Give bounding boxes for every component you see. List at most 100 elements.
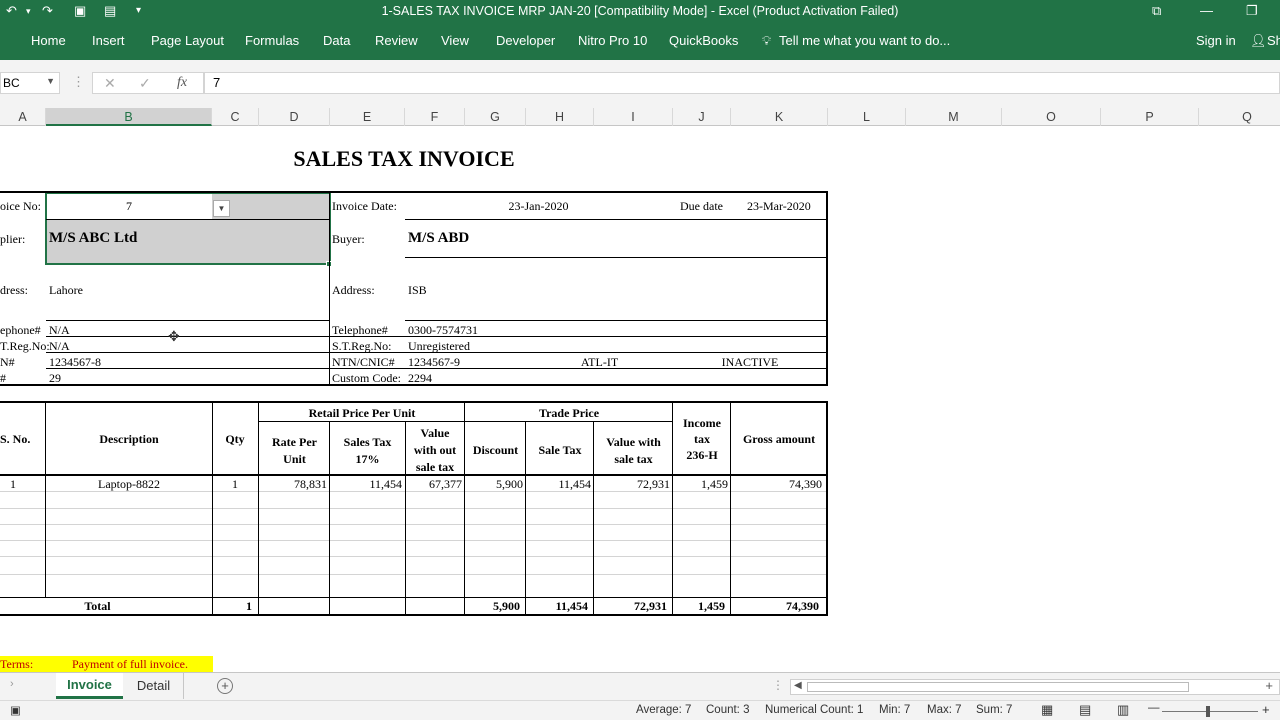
column-header-q[interactable]: Q bbox=[1199, 108, 1280, 126]
sheet-tab-invoice[interactable]: Invoice bbox=[56, 673, 123, 699]
insert-function-icon[interactable]: fx bbox=[177, 75, 187, 91]
supplier-label: plier: bbox=[0, 232, 26, 246]
buyer-ntn-label: NTN/CNIC# bbox=[332, 355, 395, 369]
column-header-e[interactable]: E bbox=[330, 108, 405, 126]
ntn-label: N# bbox=[0, 355, 15, 369]
buyer-address-value: ISB bbox=[408, 283, 427, 297]
border bbox=[45, 401, 46, 598]
border bbox=[329, 191, 330, 386]
macro-record-icon[interactable]: ▣ bbox=[10, 703, 21, 717]
column-header-c[interactable]: C bbox=[212, 108, 259, 126]
row-line bbox=[0, 556, 826, 557]
sign-in-link[interactable]: Sign in bbox=[1196, 33, 1236, 48]
row-sno: 1 bbox=[10, 477, 16, 491]
border bbox=[405, 257, 827, 258]
horizontal-scrollbar[interactable]: ◀ + bbox=[790, 678, 1280, 695]
header-vw-line2: sale tax bbox=[614, 452, 653, 466]
tab-view[interactable]: View bbox=[441, 33, 469, 48]
column-header-m[interactable]: M bbox=[906, 108, 1002, 126]
border bbox=[405, 219, 827, 220]
border bbox=[46, 352, 329, 353]
header-retail: Retail Price Per Unit bbox=[308, 406, 416, 420]
scroll-tabs-left-icon[interactable]: › bbox=[10, 678, 14, 690]
zoom-slider[interactable] bbox=[1162, 711, 1258, 712]
border bbox=[46, 219, 329, 220]
border bbox=[0, 614, 828, 616]
supplier-value: M/S ABC Ltd bbox=[49, 230, 138, 246]
column-header-a[interactable]: A bbox=[0, 108, 46, 126]
tab-developer[interactable]: Developer bbox=[496, 33, 555, 48]
row-description: Laptop-8822 bbox=[98, 477, 160, 491]
restore-icon[interactable]: ❐ bbox=[1246, 3, 1258, 19]
tab-page-layout[interactable]: Page Layout bbox=[151, 33, 224, 48]
column-header-j[interactable]: J bbox=[673, 108, 731, 126]
buyer-telephone-value: 0300-7574731 bbox=[408, 323, 478, 337]
column-header-l[interactable]: L bbox=[828, 108, 906, 126]
validation-dropdown-icon[interactable]: ▼ bbox=[213, 200, 230, 217]
row-rate: 78,831 bbox=[294, 477, 327, 491]
tax-status: INACTIVE bbox=[721, 355, 779, 369]
name-box[interactable]: BC ▼ bbox=[0, 72, 60, 94]
cancel-icon[interactable]: ✕ bbox=[104, 75, 116, 92]
tab-quickbooks[interactable]: QuickBooks bbox=[669, 33, 738, 48]
border bbox=[329, 421, 330, 615]
column-header-i[interactable]: I bbox=[594, 108, 673, 126]
new-sheet-icon[interactable]: + bbox=[217, 678, 233, 694]
header-vw-line1: Value with bbox=[606, 435, 661, 449]
column-header-b[interactable]: B bbox=[46, 108, 212, 126]
tab-insert[interactable]: Insert bbox=[92, 33, 125, 48]
row-line bbox=[0, 574, 826, 575]
formula-input[interactable]: 7 bbox=[204, 72, 1280, 94]
worksheet-grid[interactable]: SALES TAX INVOICE ▼ oice No: 7 Invoice D… bbox=[0, 126, 1280, 672]
header-income-line2: tax bbox=[694, 432, 710, 446]
minimize-icon[interactable]: — bbox=[1200, 3, 1213, 18]
zoom-out-icon[interactable]: — bbox=[1148, 702, 1160, 714]
header-gross: Gross amount bbox=[742, 432, 816, 446]
page-break-view-icon[interactable]: ▥ bbox=[1117, 702, 1129, 718]
formula-bar-grip-icon: ⋮ bbox=[72, 74, 85, 89]
header-income-line1: Income bbox=[683, 416, 721, 430]
column-header-h[interactable]: H bbox=[526, 108, 594, 126]
column-header-d[interactable]: D bbox=[259, 108, 330, 126]
buyer-label: Buyer: bbox=[332, 232, 365, 246]
sheet-tab-detail[interactable]: Detail bbox=[124, 673, 184, 699]
splitter-grip-icon[interactable]: ⋮ bbox=[772, 678, 784, 692]
scroll-left-icon[interactable]: ◀ bbox=[794, 680, 802, 691]
tab-home[interactable]: Home bbox=[31, 33, 66, 48]
column-header-p[interactable]: P bbox=[1101, 108, 1199, 126]
row-sales-tax: 11,454 bbox=[369, 477, 402, 491]
due-date-label: Due date bbox=[680, 199, 723, 213]
normal-view-icon[interactable]: ▦ bbox=[1041, 702, 1053, 718]
total-qty: 1 bbox=[246, 599, 252, 613]
zoom-in-icon[interactable]: + bbox=[1262, 702, 1270, 717]
row-discount: 5,900 bbox=[496, 477, 523, 491]
tell-me-search[interactable]: Tell me what you want to do... bbox=[779, 33, 950, 48]
column-header-g[interactable]: G bbox=[465, 108, 526, 126]
page-layout-view-icon[interactable]: ▤ bbox=[1079, 702, 1091, 718]
scroll-right-icon[interactable]: + bbox=[1265, 678, 1273, 693]
terms-label: Terms: bbox=[0, 657, 34, 671]
scrollbar-thumb[interactable] bbox=[807, 682, 1189, 692]
code-value: 29 bbox=[49, 371, 61, 385]
status-numerical-count: Numerical Count: 1 bbox=[765, 704, 864, 716]
tab-review[interactable]: Review bbox=[375, 33, 418, 48]
share-button[interactable]: Sh bbox=[1267, 33, 1280, 48]
total-label: Total bbox=[84, 599, 111, 613]
border bbox=[0, 597, 828, 598]
column-header-k[interactable]: K bbox=[731, 108, 828, 126]
buyer-ntn-value: 1234567-9 bbox=[408, 355, 460, 369]
tab-formulas[interactable]: Formulas bbox=[245, 33, 299, 48]
enter-icon[interactable]: ✓ bbox=[139, 75, 151, 92]
share-icon[interactable]: 👤︎ bbox=[1250, 33, 1267, 49]
ribbon-display-options-icon[interactable]: ⧉ bbox=[1152, 3, 1161, 19]
header-income-line3: 236-H bbox=[686, 448, 718, 462]
row-gross: 74,390 bbox=[789, 477, 822, 491]
tab-nitro-pro[interactable]: Nitro Pro 10 bbox=[578, 33, 647, 48]
zoom-slider-thumb[interactable] bbox=[1206, 706, 1210, 717]
tab-data[interactable]: Data bbox=[323, 33, 350, 48]
border bbox=[46, 336, 329, 337]
column-header-f[interactable]: F bbox=[405, 108, 465, 126]
column-header-o[interactable]: O bbox=[1002, 108, 1101, 126]
name-box-dropdown-icon[interactable]: ▼ bbox=[46, 76, 55, 86]
status-bar: ▣ Average: 7 Count: 3 Numerical Count: 1… bbox=[0, 700, 1280, 720]
